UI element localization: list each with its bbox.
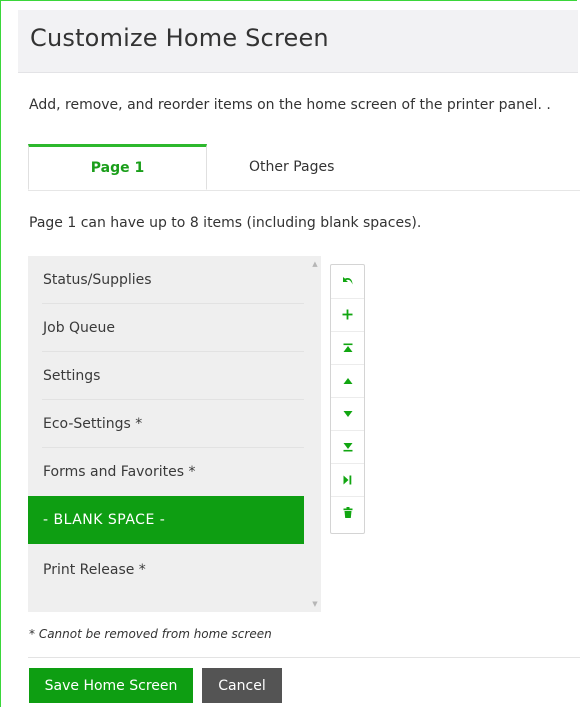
footer-divider xyxy=(28,657,580,658)
undo-button[interactable] xyxy=(331,265,364,299)
tab-other-pages-label: Other Pages xyxy=(249,159,335,175)
undo-icon xyxy=(342,276,352,284)
page-header: Customize Home Screen xyxy=(18,10,578,73)
page-description: Add, remove, and reorder items on the ho… xyxy=(29,97,551,113)
list-item[interactable]: Print Release * xyxy=(28,546,304,594)
removal-note: * Cannot be removed from home screen xyxy=(29,627,272,641)
list-item[interactable]: Status/Supplies xyxy=(28,256,304,304)
move-up-icon xyxy=(343,377,352,384)
tabs-divider xyxy=(28,190,580,191)
list-item-label: Status/Supplies xyxy=(43,272,152,288)
save-home-screen-button[interactable]: Save Home Screen xyxy=(29,668,193,703)
move-to-next-page-button[interactable] xyxy=(331,463,364,497)
tab-other-pages[interactable]: Other Pages xyxy=(207,144,580,190)
list-item[interactable]: Job Queue xyxy=(28,304,304,352)
move-to-bottom-button[interactable] xyxy=(331,430,364,464)
list-item[interactable]: Forms and Favorites * xyxy=(28,448,304,496)
move-to-top-icon xyxy=(343,343,352,352)
list-item[interactable]: Settings xyxy=(28,352,304,400)
scroll-down-arrow-icon[interactable]: ▼ xyxy=(311,600,319,608)
item-toolbar xyxy=(330,264,365,534)
add-item-button[interactable] xyxy=(331,298,364,332)
delete-item-button[interactable] xyxy=(331,496,364,529)
cancel-button[interactable]: Cancel xyxy=(202,668,282,703)
tab-page-1[interactable]: Page 1 xyxy=(28,144,207,190)
move-to-top-button[interactable] xyxy=(331,331,364,365)
list-item-selected[interactable]: - BLANK SPACE - xyxy=(28,496,304,544)
scroll-up-arrow-icon[interactable]: ▲ xyxy=(311,260,319,268)
move-to-bottom-icon xyxy=(343,442,352,451)
home-screen-item-list[interactable]: Status/Supplies Job Queue Settings Eco-S… xyxy=(28,256,321,612)
item-limit-text: Page 1 can have up to 8 items (including… xyxy=(29,215,422,231)
list-item-label: Settings xyxy=(43,368,101,384)
trash-icon xyxy=(343,507,352,518)
list-item[interactable]: Eco-Settings * xyxy=(28,400,304,448)
list-item-label: Eco-Settings * xyxy=(43,416,143,432)
list-item-label: Job Queue xyxy=(43,320,116,336)
move-to-next-page-icon xyxy=(343,475,352,484)
page-title: Customize Home Screen xyxy=(30,24,329,52)
move-up-button[interactable] xyxy=(331,364,364,398)
tab-page-1-label: Page 1 xyxy=(90,160,145,176)
move-down-icon xyxy=(343,410,352,417)
list-item-label: Forms and Favorites * xyxy=(43,464,196,480)
plus-icon xyxy=(342,309,353,320)
list-item-label: - BLANK SPACE - xyxy=(43,512,166,528)
list-item-label: Print Release * xyxy=(43,562,146,578)
move-down-button[interactable] xyxy=(331,397,364,431)
